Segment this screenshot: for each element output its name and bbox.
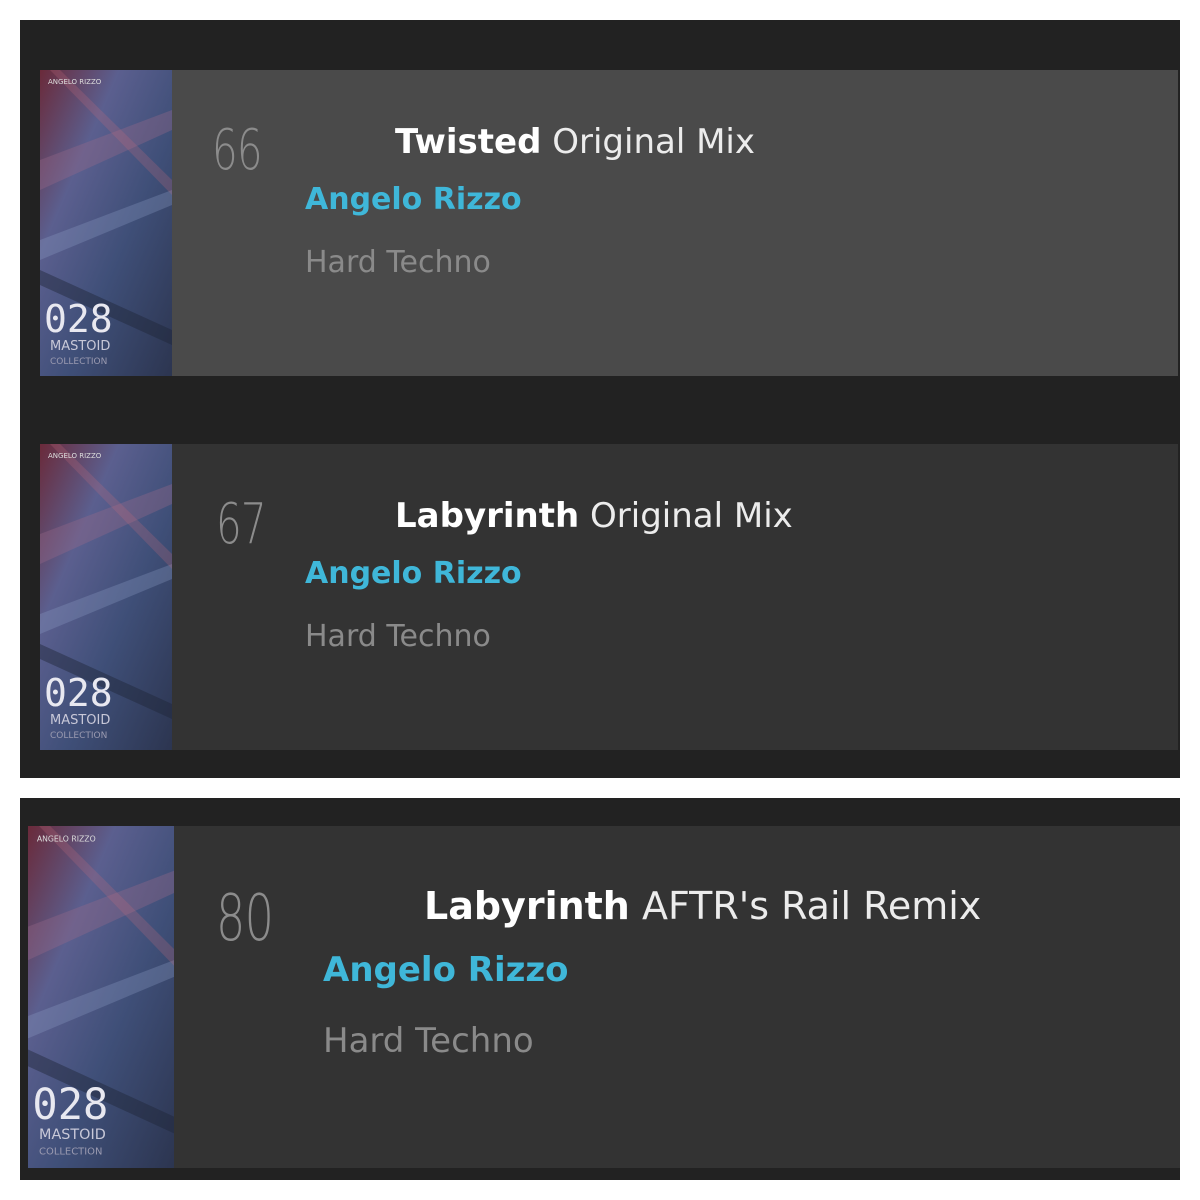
chart-position: 66 bbox=[212, 118, 263, 183]
artwork-number: 028 bbox=[44, 671, 113, 715]
release-artwork[interactable]: ANGELO RIZZO 028 MASTOID COLLECTION bbox=[40, 444, 172, 750]
track-title[interactable]: Twisted Original Mix bbox=[395, 122, 755, 162]
artwork-number: 028 bbox=[44, 297, 113, 341]
track-name: Labyrinth bbox=[424, 884, 630, 928]
artwork-label: MASTOID bbox=[39, 1127, 106, 1143]
artwork-image: ANGELO RIZZO 028 MASTOID COLLECTION bbox=[40, 444, 172, 750]
artwork-image: ANGELO RIZZO 028 MASTOID COLLECTION bbox=[40, 70, 172, 376]
artwork-sublabel: COLLECTION bbox=[50, 357, 107, 367]
track-name: Labyrinth bbox=[395, 496, 580, 536]
genre-link[interactable]: Hard Techno bbox=[305, 619, 491, 654]
artwork-label: MASTOID bbox=[50, 713, 110, 728]
track-row[interactable]: ANGELO RIZZO 028 MASTOID COLLECTION 67 L… bbox=[40, 444, 1178, 750]
artwork-sublabel: COLLECTION bbox=[50, 731, 107, 741]
chart-position: 80 bbox=[216, 882, 274, 956]
artwork-header: ANGELO RIZZO bbox=[48, 452, 102, 460]
mix-name: Original Mix bbox=[590, 496, 793, 536]
track-name: Twisted bbox=[395, 122, 542, 162]
release-artwork[interactable]: ANGELO RIZZO 028 MASTOID COLLECTION bbox=[40, 70, 172, 376]
mix-name: AFTR's Rail Remix bbox=[641, 884, 982, 928]
track-row[interactable]: ANGELO RIZZO 028 MASTOID COLLECTION 80 L… bbox=[28, 826, 1180, 1168]
artwork-number: 028 bbox=[32, 1080, 108, 1129]
genre-link[interactable]: Hard Techno bbox=[323, 1021, 534, 1061]
mix-name: Original Mix bbox=[552, 122, 755, 162]
release-artwork[interactable]: ANGELO RIZZO 028 MASTOID COLLECTION bbox=[28, 826, 174, 1168]
artist-link[interactable]: Angelo Rizzo bbox=[305, 182, 522, 217]
genre-link[interactable]: Hard Techno bbox=[305, 245, 491, 280]
artwork-header: ANGELO RIZZO bbox=[48, 78, 102, 86]
artwork-sublabel: COLLECTION bbox=[39, 1147, 102, 1158]
artist-link[interactable]: Angelo Rizzo bbox=[323, 950, 569, 990]
track-title[interactable]: Labyrinth Original Mix bbox=[395, 496, 793, 536]
artwork-label: MASTOID bbox=[50, 339, 110, 354]
artwork-header: ANGELO RIZZO bbox=[37, 835, 96, 844]
artwork-image: ANGELO RIZZO 028 MASTOID COLLECTION bbox=[28, 826, 174, 1168]
track-title[interactable]: Labyrinth AFTR's Rail Remix bbox=[424, 884, 981, 928]
track-row[interactable]: ANGELO RIZZO 028 MASTOID COLLECTION 66 T… bbox=[40, 70, 1178, 376]
artist-link[interactable]: Angelo Rizzo bbox=[305, 556, 522, 591]
chart-position: 67 bbox=[216, 492, 267, 557]
